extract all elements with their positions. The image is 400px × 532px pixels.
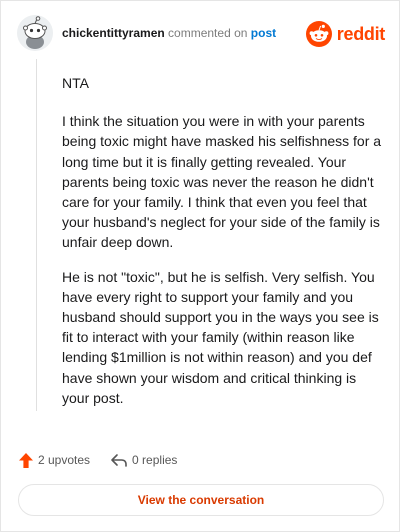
thread-line <box>36 59 37 411</box>
reddit-alien-icon <box>305 21 332 47</box>
post-link[interactable]: post <box>251 26 276 40</box>
comment-paragraph: NTA <box>62 75 89 91</box>
brand-wordmark: reddit <box>336 23 386 44</box>
reply-button[interactable]: 0 replies <box>110 452 177 468</box>
reply-count: 0 replies <box>132 453 178 467</box>
upvote-button[interactable]: 2 upvotes <box>18 452 90 469</box>
snoo-avatar-icon[interactable] <box>17 15 53 51</box>
username-link[interactable]: chickentittyramen <box>62 26 165 40</box>
view-conversation-button[interactable]: View the conversation <box>18 484 384 516</box>
comment-body: NTA I think the situation you were in wi… <box>62 73 382 422</box>
comment-actions: 2 upvotes 0 replies <box>18 449 177 471</box>
comment-paragraph: I think the situation you were in with y… <box>62 113 382 251</box>
upvote-arrow-icon <box>19 452 33 468</box>
upvote-count: 2 upvotes <box>38 453 91 467</box>
byline-action-text: commented on <box>168 26 248 40</box>
reddit-logo[interactable]: reddit <box>305 21 386 47</box>
comment-paragraph: He is not "toxic", but he is selfish. Ve… <box>62 268 379 406</box>
byline: chickentittyramen commented on post <box>62 26 276 40</box>
comment-header: chickentittyramen commented on post redd… <box>17 15 385 55</box>
reply-arrow-icon <box>111 454 127 467</box>
comment-card: chickentittyramen commented on post redd… <box>0 0 400 532</box>
